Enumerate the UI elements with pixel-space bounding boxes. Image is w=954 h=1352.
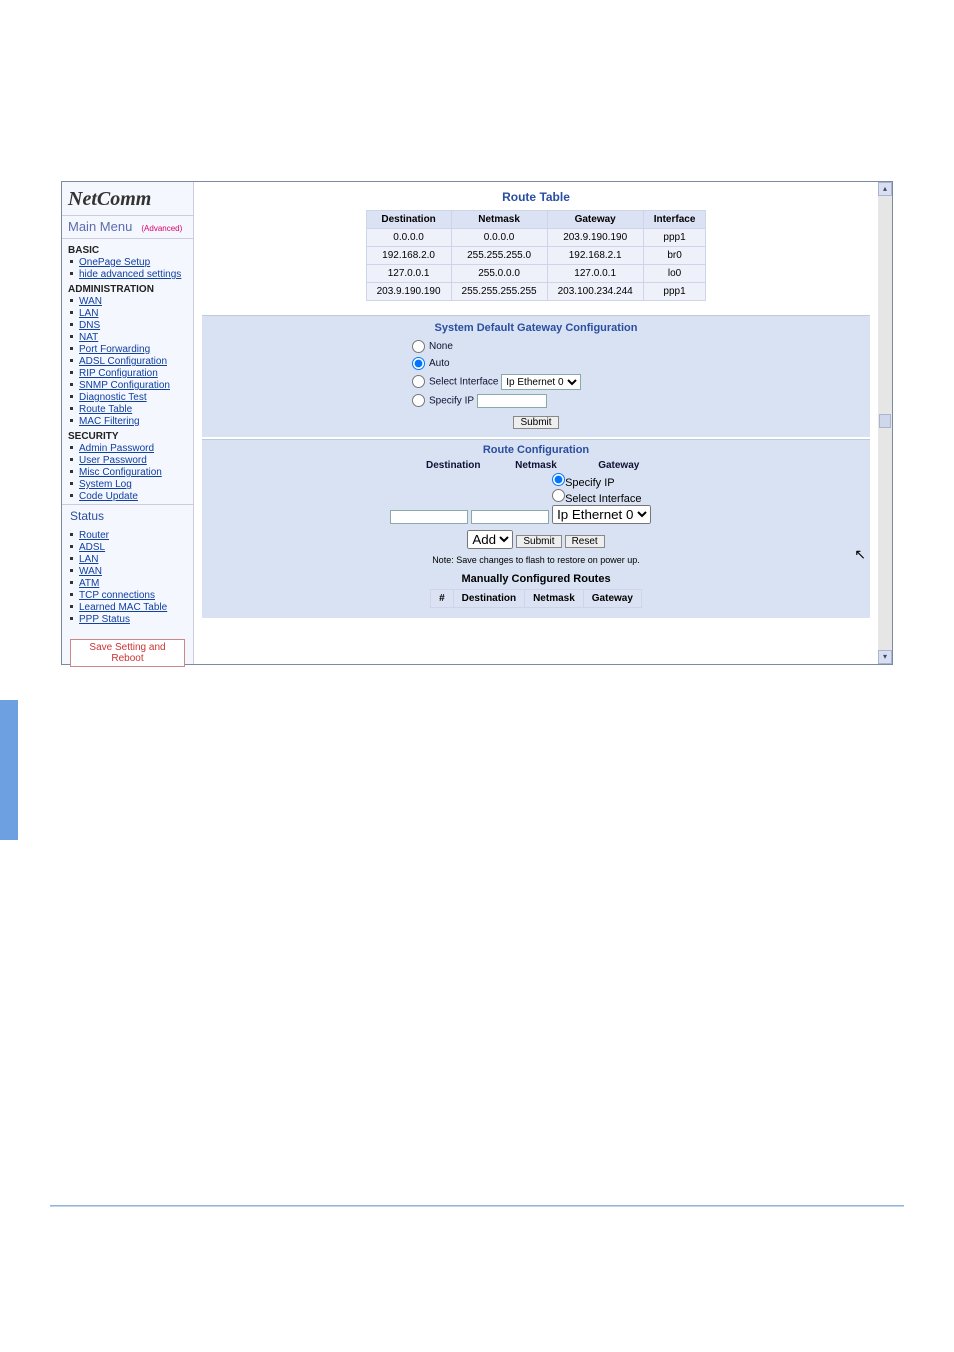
- sidebar-item-wan-status[interactable]: WAN: [79, 566, 102, 577]
- router-admin-screenshot: NetComm Main Menu (Advanced) BASIC OnePa…: [61, 181, 893, 665]
- gateway-specifyip-input[interactable]: [477, 394, 547, 408]
- rc-specifyip-radio[interactable]: [552, 473, 565, 486]
- mrh-num: #: [431, 590, 454, 608]
- sidebar-item-tcp-connections[interactable]: TCP connections: [79, 590, 155, 601]
- sidebar-item-atm[interactable]: ATM: [79, 578, 99, 589]
- rth-gateway: Gateway: [547, 211, 643, 229]
- rc-selectif-label: Select Interface: [565, 493, 641, 505]
- sidebar-item-wan[interactable]: WAN: [79, 296, 102, 307]
- rc-head-netmask: Netmask: [496, 460, 576, 471]
- sidebar-item-dns[interactable]: DNS: [79, 320, 100, 331]
- scroll-up-icon[interactable]: ▴: [878, 182, 892, 196]
- route-table-title: Route Table: [194, 182, 878, 210]
- sidebar-item-onepage-setup[interactable]: OnePage Setup: [79, 257, 150, 268]
- rc-specifyip-label: Specify IP: [565, 477, 615, 489]
- sidebar-item-nat[interactable]: NAT: [79, 332, 98, 343]
- sidebar-item-mac-filtering[interactable]: MAC Filtering: [79, 416, 140, 427]
- content-pane: Route Table Destination Netmask Gateway …: [194, 182, 878, 664]
- sidebar-item-system-log[interactable]: System Log: [79, 479, 132, 490]
- gateway-auto-label: Auto: [429, 358, 450, 369]
- sidebar-brand: NetComm: [62, 182, 193, 216]
- rc-reset-button[interactable]: Reset: [565, 535, 605, 548]
- save-reboot-button[interactable]: Save Setting and Reboot: [70, 639, 185, 667]
- sidebar-item-code-update[interactable]: Code Update: [79, 491, 138, 502]
- footer-rule: [50, 1205, 904, 1207]
- gateway-none-radio[interactable]: [412, 340, 425, 353]
- gateway-selectif-label: Select Interface: [429, 377, 498, 388]
- gateway-none-label: None: [429, 341, 453, 352]
- sidebar-item-user-password[interactable]: User Password: [79, 455, 147, 466]
- page-edge-tab: [0, 700, 18, 840]
- rc-head-destination: Destination: [413, 460, 493, 471]
- sidebar-item-diagnostic-test[interactable]: Diagnostic Test: [79, 392, 147, 403]
- rc-note: Note: Save changes to flash to restore o…: [202, 555, 870, 565]
- gateway-config-panel: System Default Gateway Configuration Non…: [202, 315, 870, 437]
- sidebar-item-hide-advanced[interactable]: hide advanced settings: [79, 269, 181, 280]
- scroll-thumb[interactable]: [879, 414, 891, 428]
- main-menu-label: Main Menu: [68, 219, 132, 234]
- sidebar-item-port-forwarding[interactable]: Port Forwarding: [79, 344, 150, 355]
- sidebar-item-ppp-status[interactable]: PPP Status: [79, 614, 130, 625]
- gateway-title: System Default Gateway Configuration: [202, 322, 870, 334]
- sidebar-item-router[interactable]: Router: [79, 530, 109, 541]
- mrh-destination: Destination: [453, 590, 524, 608]
- gateway-selectif-radio[interactable]: [412, 375, 425, 388]
- gateway-specifyip-label: Specify IP: [429, 396, 474, 407]
- sidebar-item-snmp-config[interactable]: SNMP Configuration: [79, 380, 170, 391]
- gateway-interface-select[interactable]: Ip Ethernet 0: [501, 374, 581, 390]
- manual-routes-table: # Destination Netmask Gateway: [430, 589, 642, 608]
- sidebar-item-adsl[interactable]: ADSL: [79, 542, 105, 553]
- section-security-head: SECURITY: [68, 431, 187, 442]
- sidebar-item-misc-config[interactable]: Misc Configuration: [79, 467, 162, 478]
- route-config-title: Route Configuration: [202, 444, 870, 456]
- sidebar-item-rip-config[interactable]: RIP Configuration: [79, 368, 158, 379]
- sidebar-item-lan[interactable]: LAN: [79, 308, 98, 319]
- rth-interface: Interface: [643, 211, 706, 229]
- manual-routes-title: Manually Configured Routes: [202, 573, 870, 585]
- sidebar-menu-header: Main Menu (Advanced): [62, 216, 193, 239]
- rc-head-gateway: Gateway: [579, 460, 659, 471]
- rc-netmask-input[interactable]: [471, 510, 549, 524]
- rc-destination-input[interactable]: [390, 510, 468, 524]
- scroll-down-icon[interactable]: ▾: [878, 650, 892, 664]
- gateway-submit-button[interactable]: Submit: [513, 416, 558, 429]
- sidebar-item-lan-status[interactable]: LAN: [79, 554, 98, 565]
- section-admin-head: ADMINISTRATION: [68, 284, 187, 295]
- scrollbar[interactable]: ▴ ▾: [878, 182, 892, 664]
- mrh-gateway: Gateway: [583, 590, 641, 608]
- rc-submit-button[interactable]: Submit: [516, 535, 561, 548]
- section-basic-head: BASIC: [68, 245, 187, 256]
- table-row: 127.0.0.1255.0.0.0127.0.0.1lo0: [366, 265, 706, 283]
- mrh-netmask: Netmask: [525, 590, 584, 608]
- route-config-panel: Route Configuration Destination Netmask …: [202, 439, 870, 618]
- advanced-label: (Advanced): [141, 224, 182, 233]
- sidebar-item-learned-mac[interactable]: Learned MAC Table: [79, 602, 167, 613]
- sidebar-item-adsl-config[interactable]: ADSL Configuration: [79, 356, 167, 367]
- rc-interface-select[interactable]: Ip Ethernet 0: [552, 505, 651, 524]
- sidebar: NetComm Main Menu (Advanced) BASIC OnePa…: [62, 182, 194, 664]
- sidebar-item-admin-password[interactable]: Admin Password: [79, 443, 154, 454]
- rth-netmask: Netmask: [451, 211, 547, 229]
- table-row: 192.168.2.0255.255.255.0192.168.2.1br0: [366, 247, 706, 265]
- rc-action-select[interactable]: Add: [467, 530, 513, 549]
- rc-selectif-radio[interactable]: [552, 489, 565, 502]
- route-table: Destination Netmask Gateway Interface 0.…: [366, 210, 707, 301]
- table-row: 0.0.0.00.0.0.0203.9.190.190ppp1: [366, 229, 706, 247]
- gateway-specifyip-radio[interactable]: [412, 394, 425, 407]
- table-row: 203.9.190.190255.255.255.255203.100.234.…: [366, 283, 706, 301]
- rth-destination: Destination: [366, 211, 451, 229]
- sidebar-item-route-table[interactable]: Route Table: [79, 404, 132, 415]
- gateway-auto-radio[interactable]: [412, 357, 425, 370]
- status-head: Status: [62, 504, 193, 527]
- cursor-icon: ↖: [854, 546, 866, 563]
